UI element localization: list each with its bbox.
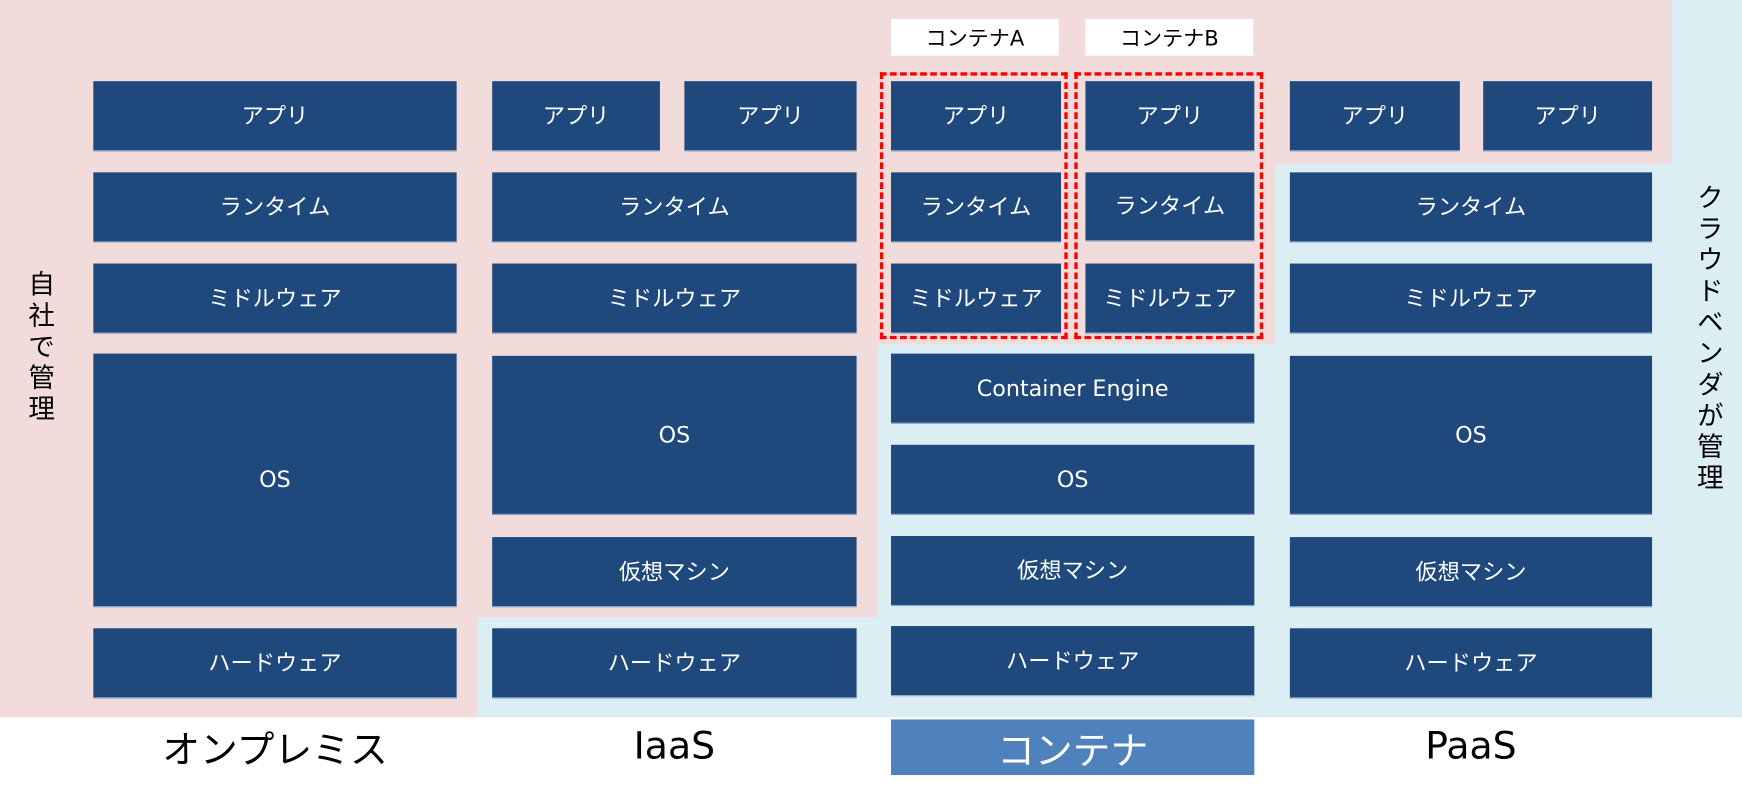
iaas-label: IaaS (633, 723, 716, 769)
onprem-hardware: ハードウェア (93, 628, 457, 699)
paas-vm: 仮想マシン (1289, 537, 1653, 608)
container-engine: Container Engine (891, 353, 1255, 424)
onprem-runtime: ランタイム (93, 172, 457, 243)
container-hardware: ハードウェア (891, 626, 1255, 697)
paas-middleware: ミドルウェア (1289, 263, 1653, 334)
iaas-app-2: アプリ (684, 81, 857, 152)
container-b-middleware: ミドルウェア (1085, 263, 1255, 334)
iaas-middleware: ミドルウェア (492, 263, 857, 334)
paas-runtime: ランタイム (1289, 172, 1653, 243)
iaas-hardware: ハードウェア (492, 628, 857, 699)
container-vm: 仮想マシン (891, 535, 1255, 607)
container-os: OS (891, 444, 1255, 515)
container-b-runtime: ランタイム (1085, 172, 1255, 242)
onprem-app: アプリ (93, 81, 457, 152)
paas-hardware: ハードウェア (1289, 628, 1653, 699)
iaas-vm: 仮想マシン (492, 537, 857, 608)
paas-label: PaaS (1425, 723, 1517, 769)
iaas-app-1: アプリ (492, 81, 660, 152)
container-a-tag: コンテナA (891, 18, 1059, 56)
onprem-middleware: ミドルウェア (93, 263, 457, 334)
container-b-app: アプリ (1085, 81, 1255, 152)
iaas-os: OS (492, 355, 857, 515)
container-a-runtime: ランタイム (891, 172, 1062, 243)
onprem-os: OS (93, 353, 457, 608)
container-b-tag: コンテナB (1085, 18, 1254, 56)
container-label: コンテナ (891, 719, 1255, 776)
paas-app-1: アプリ (1289, 81, 1460, 152)
paas-app-2: アプリ (1483, 81, 1653, 152)
cloud-service-model-diagram: 自社で管理 クラウドベンダが管理 アプリ ランタイム ミドルウェア OS ハード… (0, 0, 1742, 794)
paas-os: OS (1289, 355, 1653, 515)
iaas-runtime: ランタイム (492, 172, 857, 243)
container-a-app: アプリ (891, 81, 1062, 152)
onprem-label: オンプレミス (162, 727, 388, 773)
vendor-managed-label: クラウドベンダが管理 (1692, 183, 1724, 495)
self-managed-label: 自社で管理 (23, 270, 55, 426)
container-a-middleware: ミドルウェア (891, 263, 1062, 334)
